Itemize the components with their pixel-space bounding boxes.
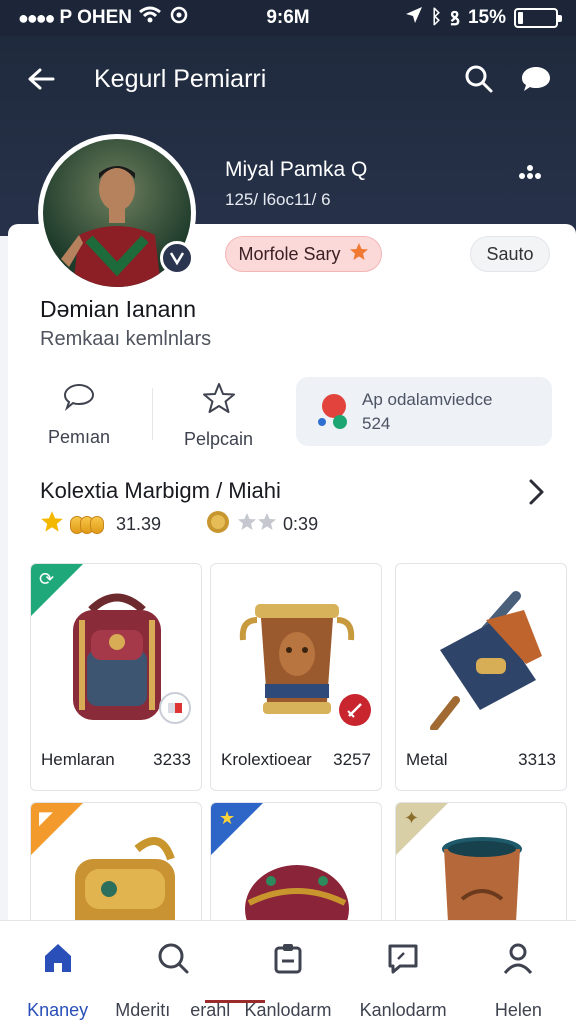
achievement-icon <box>312 392 352 432</box>
chat-icon[interactable] <box>520 64 552 94</box>
nav-label: Helen <box>494 1000 542 1020</box>
battery-icon <box>514 8 562 28</box>
item-price: 3313 <box>518 750 556 769</box>
back-arrow-icon[interactable] <box>24 62 58 96</box>
app-bar: Kegurl Pemiarri <box>0 36 576 122</box>
collection-title: Kolextia Marbigm / Miahi <box>40 478 281 503</box>
sword-icon <box>339 694 371 726</box>
status-badge-label: Morfole Sary <box>238 243 341 264</box>
quiver-image <box>430 591 542 730</box>
stat-label: Pemıan <box>48 427 111 447</box>
stat-divider <box>152 388 153 440</box>
stat-players[interactable]: Pemıan <box>48 382 110 448</box>
app-bar-title: Kegurl Pemiarri <box>94 64 267 93</box>
profile-name: Dəmian Ianann <box>40 296 196 322</box>
item-name: Hemlaran <box>41 750 115 769</box>
location-arrow-icon <box>405 6 423 30</box>
collection-item[interactable]: Krolextioear 3257 <box>210 563 382 791</box>
stat-favorites[interactable]: Pelpcain <box>184 382 253 450</box>
message-icon <box>386 941 420 980</box>
secondary-badge-label: Sauto <box>486 243 534 264</box>
wifi-icon <box>138 6 162 30</box>
achievement-count: 524 <box>362 413 391 433</box>
carrier-label: P OHEN <box>59 7 133 28</box>
item-name: Krolextioear <box>221 750 312 769</box>
alarm-icon: ꝸ <box>449 9 460 30</box>
star-icon <box>349 242 369 267</box>
nav-label: Mderitı erahl <box>115 1000 231 1020</box>
secondary-badge[interactable]: Sauto <box>470 236 550 272</box>
coins-icon <box>70 515 104 534</box>
item-price: 3233 <box>153 750 191 769</box>
achievement-card[interactable]: Ap odalamviedce 524 <box>296 377 552 446</box>
profile-icon <box>501 941 535 980</box>
status-bar: ●●●● P OHEN 9:6M ᛒ ꝸ 15% <box>0 0 576 36</box>
chevron-right-icon[interactable] <box>526 478 546 511</box>
bottom-navigation: Knaney Mderitı erahl Kanlodarm Kanlodarm… <box>0 920 576 1024</box>
medal-icon <box>205 510 231 539</box>
star-gray-icon <box>237 512 277 537</box>
battery-percent: 15% <box>467 7 506 28</box>
status-badge[interactable]: Morfole Sary <box>225 236 382 272</box>
rating-left-value: 31.39 <box>116 514 162 534</box>
nav-home[interactable]: Knaney <box>0 941 115 1021</box>
home-icon <box>41 941 75 980</box>
nav-collection[interactable]: Kanlodarm <box>230 941 345 1021</box>
nav-messages[interactable]: Kanlodarm <box>346 941 461 1021</box>
header-user-stats: 125/ l6oc11/ 6 <box>225 190 331 209</box>
search-icon[interactable] <box>464 64 494 94</box>
bluetooth-icon: ᛒ <box>430 7 442 28</box>
collection-item[interactable]: Metal 3313 <box>395 563 567 791</box>
clipboard-icon <box>271 941 305 980</box>
nav-search[interactable]: Mderitı erahl <box>115 941 230 1021</box>
nav-active-underline <box>205 1000 265 1003</box>
nav-profile[interactable]: Helen <box>461 941 576 1021</box>
achievement-title: Ap odalamviedce <box>362 389 493 409</box>
signal-dots-icon: ●●●● <box>18 7 55 28</box>
collection-item[interactable]: ⟳ Hemlaran 3233 <box>30 563 202 791</box>
chat-bubble-icon <box>62 382 96 417</box>
verified-badge-icon <box>160 241 194 275</box>
star-outline-icon <box>202 382 236 419</box>
item-price: 3257 <box>333 750 371 769</box>
more-options-icon[interactable] <box>517 164 543 191</box>
nav-label: Kanlodarm <box>359 1000 447 1020</box>
nav-label: Knaney <box>27 1000 89 1020</box>
nav-label: Kanlodarm <box>244 1000 332 1020</box>
search-icon <box>156 941 190 980</box>
profile-subtitle: Remkaaı kemlnlars <box>40 328 212 350</box>
collection-ratings: 31.39 0:39 <box>40 510 318 539</box>
shield-icon <box>159 692 191 724</box>
rating-right-value: 0:39 <box>283 514 319 534</box>
sync-icon <box>168 6 190 30</box>
star-filled-icon <box>40 510 64 539</box>
header-user-name: Miyal Pamka Q <box>225 158 368 181</box>
stat-label: Pelpcain <box>184 429 254 449</box>
item-name: Metal <box>406 750 448 769</box>
